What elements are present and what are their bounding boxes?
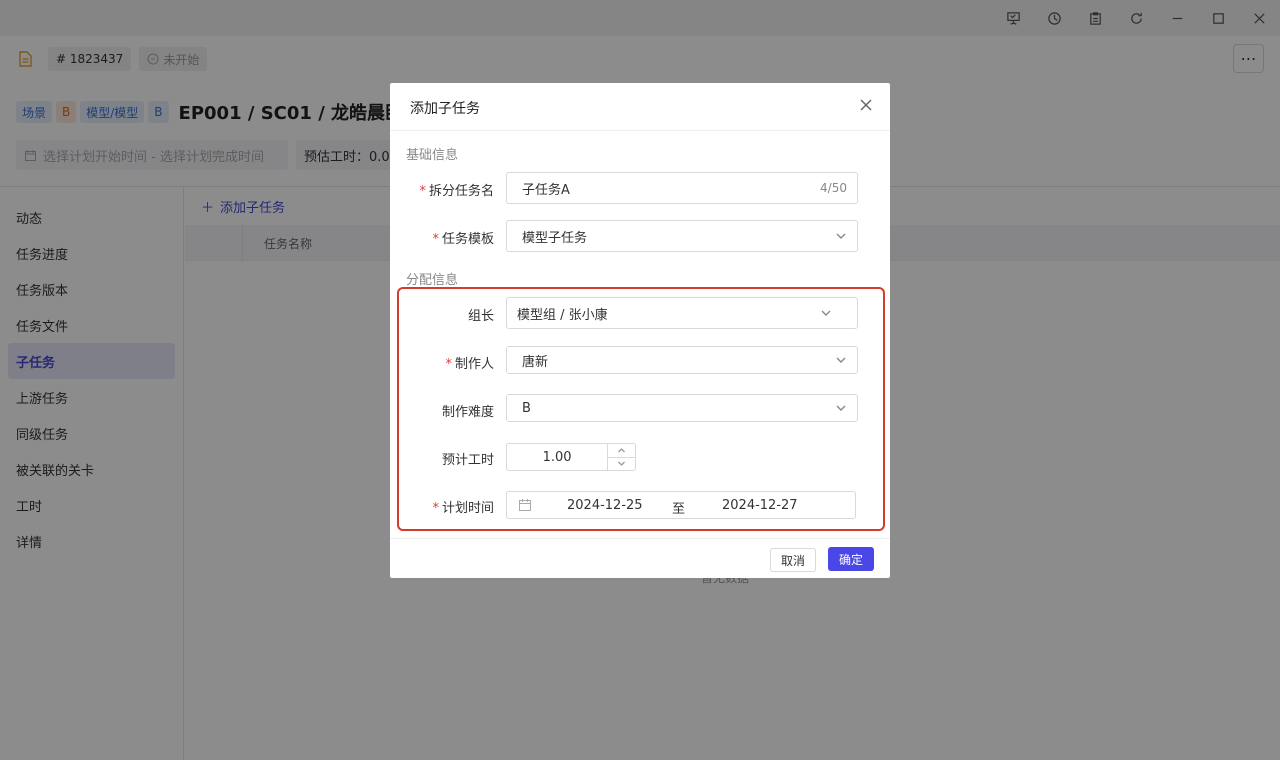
chevron-up-icon[interactable] [608,444,635,457]
split-name-value: 子任务A [522,182,570,198]
dialog-footer: 取消 确定 [390,538,890,578]
char-count: 4/50 [820,181,847,195]
calendar-icon [519,499,531,511]
plan-start-date[interactable]: 2024-12-25 [567,498,643,513]
dialog-close-icon[interactable] [858,97,874,113]
section-assign-info: 分配信息 [406,273,459,288]
split-name-input[interactable]: 子任务A 4/50 [506,172,858,204]
split-name-label: * 拆分任务名 [419,184,494,199]
dialog-header: 添加子任务 [390,83,890,131]
hours-stepper[interactable]: 1.00 [506,443,636,471]
confirm-button[interactable]: 确定 [828,547,874,571]
add-subtask-dialog: 添加子任务 基础信息 * 拆分任务名 子任务A 4/50 * 任务模板 模型子任务 … [390,83,890,578]
leader-label: 组长 [467,309,494,324]
maker-select[interactable]: 唐新 [506,346,858,374]
cancel-button[interactable]: 取消 [770,548,816,572]
maker-label: * 制作人 [445,357,494,372]
chevron-down-icon [835,354,847,366]
required-mark: * [419,184,426,199]
chevron-down-icon[interactable] [608,456,635,471]
dialog-title: 添加子任务 [410,101,480,117]
maker-value: 唐新 [522,354,549,370]
difficulty-value: B [522,400,531,416]
hours-label: 预计工时 [441,453,494,468]
required-mark: * [432,232,439,247]
chevron-down-icon [835,230,847,242]
section-basic-info: 基础信息 [406,148,459,163]
template-select[interactable]: 模型子任务 [506,220,858,252]
stepper-controls [607,444,635,470]
required-mark: * [445,357,452,372]
date-separator: 至 [672,502,686,517]
leader-select[interactable]: 模型组 / 张小康 [506,297,858,329]
template-value: 模型子任务 [522,230,588,246]
chevron-down-icon [835,402,847,414]
plan-end-date[interactable]: 2024-12-27 [722,498,798,513]
required-mark: * [432,501,439,516]
template-label: * 任务模板 [432,232,494,247]
plan-time-picker[interactable]: 2024-12-25 至 2024-12-27 [506,491,856,519]
chevron-down-icon [820,307,832,319]
leader-value: 模型组 / 张小康 [517,307,608,323]
difficulty-label: 制作难度 [441,405,494,420]
difficulty-select[interactable]: B [506,394,858,422]
plan-time-label: * 计划时间 [432,501,494,516]
hours-value[interactable]: 1.00 [507,444,607,470]
